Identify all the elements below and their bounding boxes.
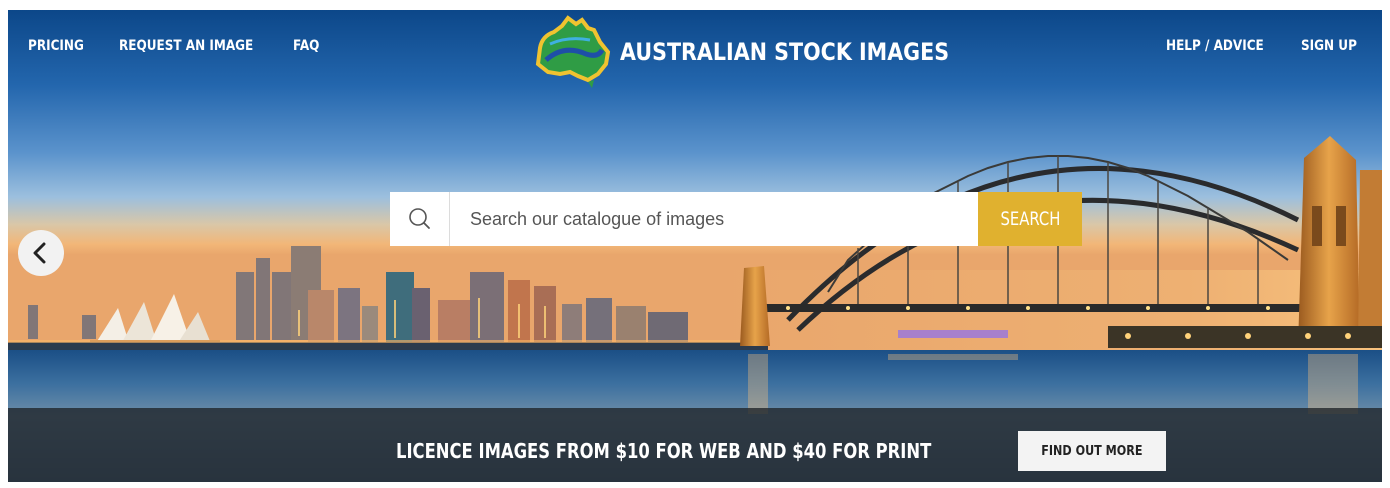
site-logo[interactable]: AUSTRALIAN STOCK IMAGES [524,14,984,90]
site-logo-text: AUSTRALIAN STOCK IMAGES [620,38,950,66]
nav-faq[interactable]: FAQ [293,38,319,54]
search-bar: SEARCH [390,192,1082,246]
nav-request-image[interactable]: REQUEST AN IMAGE [119,38,253,54]
hero-banner: PRICING REQUEST AN IMAGE FAQ AUSTRALIAN … [8,0,1382,488]
australia-map-icon [535,15,611,88]
find-out-more-button[interactable]: FIND OUT MORE [1018,431,1166,471]
search-button-label: SEARCH [1000,208,1060,230]
search-input[interactable] [450,192,978,246]
chevron-left-icon [33,242,46,264]
promo-text: LICENCE IMAGES FROM $10 FOR WEB AND $40 … [396,439,932,463]
carousel-prev-button[interactable] [18,230,64,276]
search-button[interactable]: SEARCH [978,192,1082,246]
search-icon[interactable] [390,192,450,246]
nav-sign-up[interactable]: SIGN UP [1301,38,1357,54]
nav-pricing[interactable]: PRICING [28,38,84,54]
promo-bar: LICENCE IMAGES FROM $10 FOR WEB AND $40 … [8,408,1382,482]
nav-help-advice[interactable]: HELP / ADVICE [1166,38,1264,54]
find-out-more-label: FIND OUT MORE [1041,443,1143,459]
